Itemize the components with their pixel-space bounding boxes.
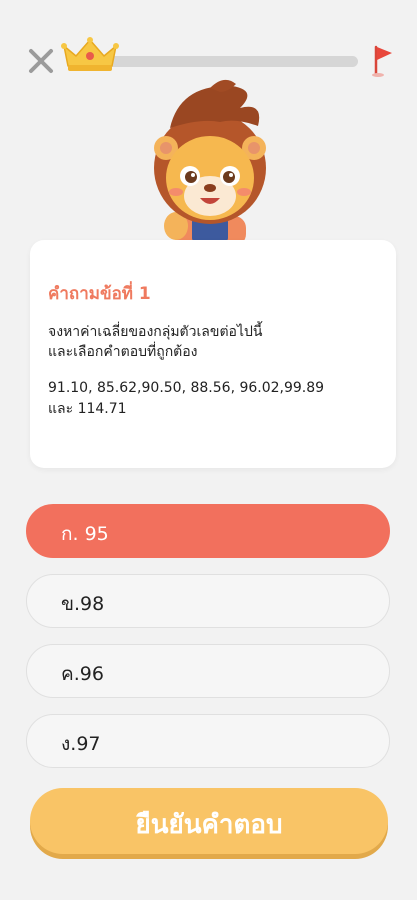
answer-option-b[interactable]: ข.98 bbox=[26, 574, 390, 628]
close-icon[interactable] bbox=[26, 46, 56, 76]
question-numbers-line: 91.10, 85.62,90.50, 88.56, 96.02,99.89 bbox=[48, 380, 325, 396]
question-instruction: จงหาค่าเฉลี่ยของกลุ่มตัวเลขต่อไปนี้ และเ… bbox=[48, 322, 378, 362]
answer-option-label: ข.98 bbox=[61, 593, 105, 615]
crown-icon bbox=[61, 37, 119, 71]
answer-option-label: ค.96 bbox=[61, 663, 104, 685]
progress-track bbox=[100, 56, 358, 67]
flag-icon bbox=[372, 45, 392, 77]
lion-mascot-image bbox=[154, 79, 266, 240]
answer-option-label: ง.97 bbox=[61, 733, 101, 755]
answer-option-d[interactable]: ง.97 bbox=[26, 714, 390, 768]
confirm-answer-label: ยืนยันคำตอบ bbox=[135, 810, 283, 840]
answer-option-a[interactable]: ก. 95 bbox=[26, 504, 390, 558]
question-title: คำถามข้อที่ 1 bbox=[48, 284, 151, 304]
question-instruction-line: จงหาค่าเฉลี่ยของกลุ่มตัวเลขต่อไปนี้ bbox=[48, 324, 263, 340]
question-numbers: 91.10, 85.62,90.50, 88.56, 96.02,99.89 แ… bbox=[48, 378, 378, 420]
confirm-answer-button[interactable]: ยืนยันคำตอบ bbox=[30, 788, 388, 854]
answer-option-label: ก. 95 bbox=[61, 523, 109, 545]
question-numbers-line: และ 114.71 bbox=[48, 401, 127, 417]
question-card: คำถามข้อที่ 1 จงหาค่าเฉลี่ยของกลุ่มตัวเล… bbox=[30, 240, 396, 468]
answer-option-c[interactable]: ค.96 bbox=[26, 644, 390, 698]
question-instruction-line: และเลือกคำตอบที่ถูกต้อง bbox=[48, 344, 198, 360]
